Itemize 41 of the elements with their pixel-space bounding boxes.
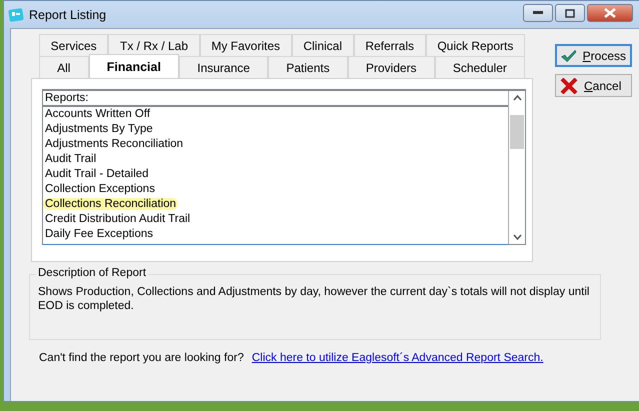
scroll-up-icon[interactable] [512,95,522,101]
tab[interactable]: Quick Reports [426,34,526,56]
checkmark-icon [561,48,577,64]
group-title: Description of Report [36,267,148,279]
window-title: Report Listing [29,8,108,22]
tab[interactable]: Clinical [292,34,354,56]
tab[interactable]: Scheduler [434,56,526,78]
minimize-button[interactable] [523,4,553,22]
scrollbar-thumb[interactable] [510,115,524,149]
report-item[interactable]: Adjustments By Type [45,123,153,135]
scroll-down-icon[interactable] [512,234,522,240]
x-icon [560,78,578,94]
tab[interactable]: Services [39,34,108,56]
close-button[interactable] [587,4,633,22]
report-item[interactable]: Collections Reconciliation [43,198,178,210]
maximize-icon [565,8,575,18]
report-item[interactable]: Audit Trail [45,153,96,165]
tab[interactable]: My Favorites [200,34,292,56]
tab[interactable]: Tx / Rx / Lab [108,34,200,56]
maximize-button[interactable] [555,4,585,22]
tab[interactable]: Insurance [179,56,268,78]
tab[interactable]: All [39,56,89,78]
tab[interactable]: Providers [348,56,435,78]
minimize-icon [533,11,543,15]
tab[interactable]: Financial [88,54,180,78]
cancel-button[interactable]: Cancel [555,74,632,97]
tab[interactable]: Referrals [354,34,426,56]
report-item[interactable]: Adjustments Reconciliation [45,138,184,150]
tab[interactable]: Patients [268,56,348,78]
close-icon [604,8,616,18]
app-icon [8,6,24,22]
process-button[interactable]: Process [555,44,632,67]
report-item[interactable]: Daily Fee Exceptions [45,228,154,240]
description-text: Shows Production, Collections and Adjustments by day, however the current day`s totals will not display until EOD is completed. [38,285,590,313]
list-header: Reports: [43,91,508,107]
report-item[interactable]: Credit Distribution Audit Trail [45,213,190,225]
report-item[interactable]: Accounts Written Off [45,108,150,120]
help-prompt: Can't find the report you are looking for? [39,352,244,364]
report-item[interactable]: Audit Trail - Detailed [45,168,149,180]
advanced-search-link[interactable]: Click here to utilize Eaglesoft´s Advanced Report Search. [252,352,544,364]
report-item[interactable]: Collection Exceptions [45,183,155,195]
